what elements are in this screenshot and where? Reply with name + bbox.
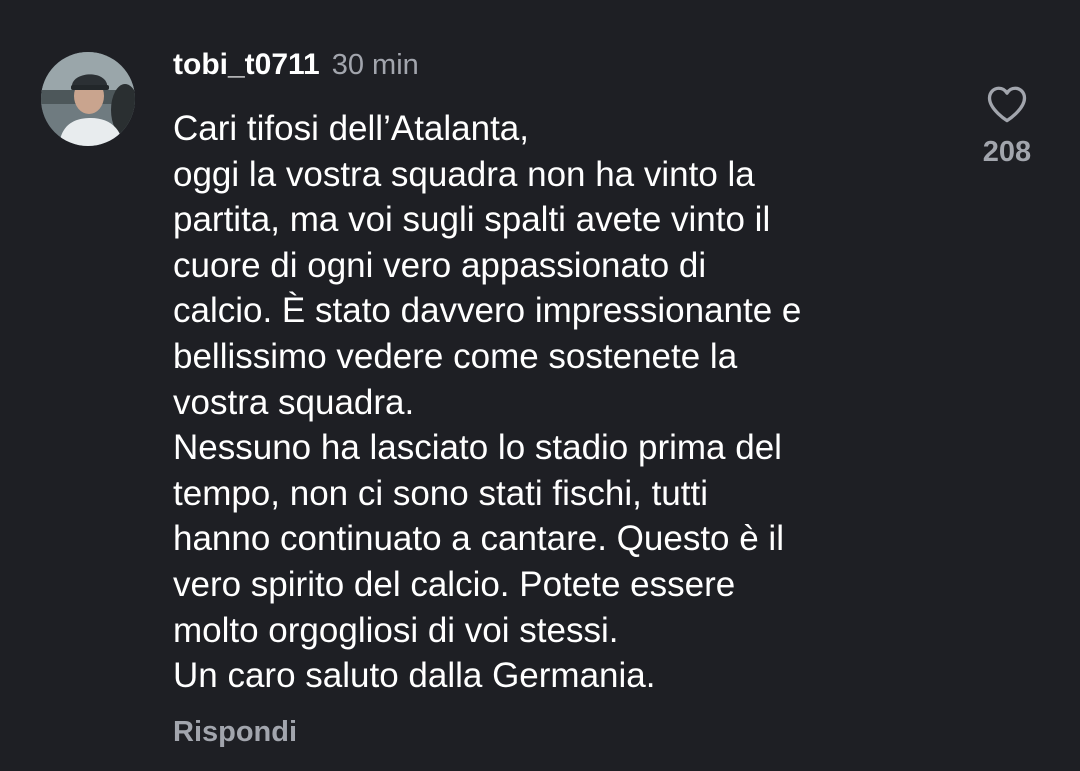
comment-text-line: oggi la vostra squadra non ha vinto la [173, 154, 755, 194]
heart-icon[interactable] [986, 84, 1028, 124]
comment-text-line: calcio. È stato davvero impressionante e [173, 291, 802, 331]
like-count: 208 [982, 136, 1032, 168]
avatar-photo-icon [41, 52, 135, 146]
comment-text: Cari tifosi dell’Atalanta, oggi la vostr… [173, 106, 953, 699]
comment-text-line: vero spirito del calcio. Potete essere [173, 564, 736, 604]
comment-text-line: Nessuno ha lasciato lo stadio prima del [173, 428, 782, 468]
comment-text-line: tempo, non ci sono stati fischi, tutti [173, 473, 708, 513]
comment-text-line: bellissimo vedere come sostenete la [173, 336, 738, 376]
comment-text-line: cuore di ogni vero appassionato di [173, 245, 707, 285]
timestamp: 30 min [331, 49, 419, 81]
like-control: 208 [970, 84, 1044, 169]
reply-button[interactable]: Rispondi [173, 716, 297, 749]
comment-card: tobi_t0711 30 min Cari tifosi dell’Atala… [0, 0, 1080, 771]
comment-text-line: molto orgogliosi di voi stessi. [173, 610, 619, 650]
comment-text-line: vostra squadra. [173, 382, 415, 422]
username-link[interactable]: tobi_t0711 [173, 48, 320, 82]
comment-text-line: partita, ma voi sugli spalti avete vinto… [173, 200, 771, 240]
comment-text-line: Cari tifosi dell’Atalanta, [173, 109, 529, 148]
comment-header: tobi_t0711 30 min [173, 48, 419, 88]
comment-text-line: hanno continuato a cantare. Questo è il [173, 519, 784, 559]
avatar[interactable] [41, 52, 135, 146]
comment-text-line: Un caro saluto dalla Germania. [173, 656, 656, 696]
